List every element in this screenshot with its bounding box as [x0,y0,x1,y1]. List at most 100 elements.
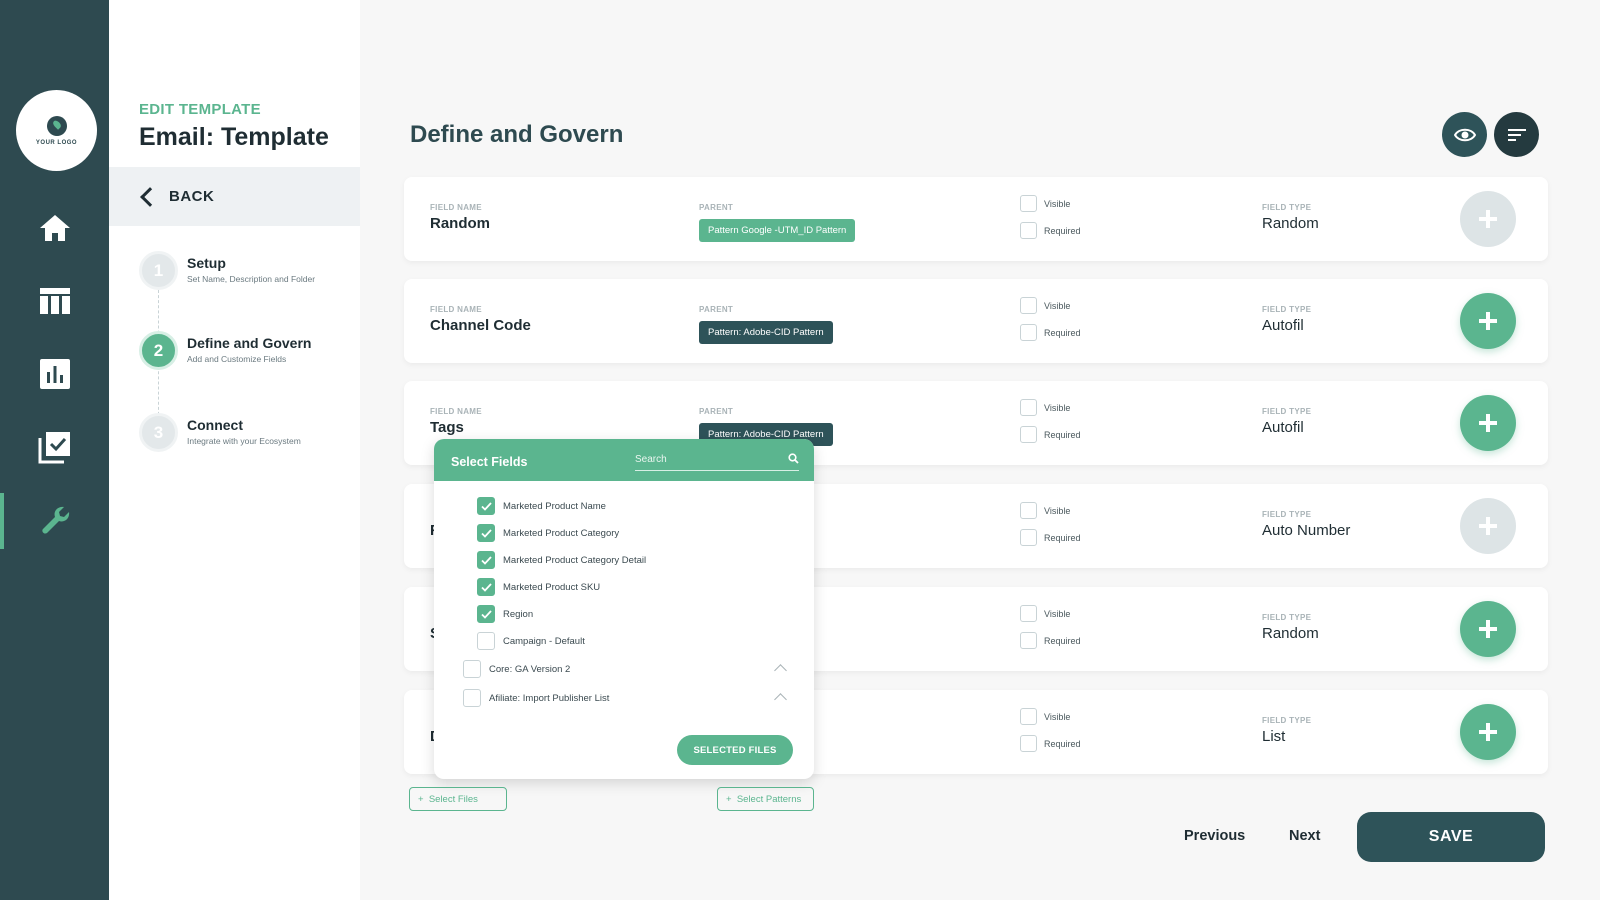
step-define-and-govern[interactable]: 2 Define and Govern Add and Customize Fi… [139,331,311,370]
add-field-button[interactable] [1460,191,1516,247]
page-title: Define and Govern [410,121,624,148]
required-checkbox[interactable] [1020,735,1037,752]
field-type: Random [1262,215,1319,232]
required-checkbox[interactable] [1020,632,1037,649]
field-option[interactable]: Marketed Product SKU [477,578,600,596]
checkmark-icon [480,555,492,565]
checkmark-icon [480,582,492,592]
rail-item-reports[interactable] [0,346,109,402]
logo[interactable]: YOUR LOGO [16,90,97,171]
group-checkbox[interactable] [463,660,481,678]
required-checkbox[interactable] [1020,324,1037,341]
table-icon [39,288,70,314]
field-row: FIELD NAME Channel Code PARENT Pattern: … [404,279,1548,363]
field-name-label: FIELD NAME [430,407,482,416]
popup-header: Select Fields [434,439,814,481]
select-patterns-button[interactable]: + Select Patterns [717,787,814,811]
field-type: List [1262,728,1286,745]
visible-checkbox[interactable] [1020,708,1037,725]
step-number: 3 [139,413,178,452]
template-panel: EDIT TEMPLATE Email: Template BACK 1 Set… [109,0,360,900]
back-button[interactable]: BACK [109,167,360,226]
option-checkbox[interactable] [477,524,495,542]
save-button[interactable]: SAVE [1357,812,1545,862]
filter-button[interactable] [1494,112,1539,157]
visible-label: Visible [1044,609,1071,619]
parent-label: PARENT [699,203,734,212]
add-field-button[interactable] [1460,395,1516,451]
visible-checkbox[interactable] [1020,502,1037,519]
option-checkbox[interactable] [477,578,495,596]
field-option[interactable]: Marketed Product Category [477,524,619,542]
step-title: Define and Govern [187,335,312,351]
chevron-up-icon[interactable] [774,664,787,677]
step-subtitle: Integrate with your Ecosystem [187,436,301,446]
chevron-up-icon[interactable] [774,693,787,706]
field-option[interactable]: Campaign - Default [477,632,585,650]
checkmark-icon [480,528,492,538]
filter-icon [1507,128,1526,141]
field-group[interactable]: Afiliate: Import Publisher List [463,689,803,707]
rail-item-home[interactable] [0,200,109,256]
step-title: Connect [187,417,243,433]
visible-checkbox[interactable] [1020,399,1037,416]
visible-checkbox[interactable] [1020,297,1037,314]
eye-icon [1453,128,1476,141]
field-group[interactable]: Core: GA Version 2 [463,660,803,678]
required-label: Required [1044,226,1081,236]
select-files-button[interactable]: + Select Files [409,787,507,811]
option-checkbox[interactable] [477,605,495,623]
field-name-label: FIELD NAME [430,305,482,314]
required-checkbox[interactable] [1020,529,1037,546]
field-option[interactable]: Region [477,605,533,623]
add-field-button[interactable] [1460,498,1516,554]
field-option[interactable]: Marketed Product Name [477,497,606,515]
required-label: Required [1044,533,1081,543]
option-checkbox[interactable] [477,632,495,650]
add-field-button[interactable] [1460,704,1516,760]
group-checkbox[interactable] [463,689,481,707]
step-connect[interactable]: 3 Connect Integrate with your Ecosystem [139,413,301,452]
rail-item-tools[interactable] [0,493,109,549]
required-checkbox[interactable] [1020,222,1037,239]
group-label: Afiliate: Import Publisher List [489,692,610,704]
chevron-left-icon [140,186,160,207]
visible-checkbox[interactable] [1020,605,1037,622]
parent-tag[interactable]: Pattern Google -UTM_ID Pattern [699,219,856,242]
search-input[interactable] [635,449,775,470]
add-field-button[interactable] [1460,601,1516,657]
option-label: Marketed Product Category [503,527,620,539]
search-icon[interactable] [788,453,799,464]
bar-chart-icon [39,359,70,389]
plus-icon: + [418,793,429,805]
required-label: Required [1044,328,1081,338]
visible-checkbox[interactable] [1020,195,1037,212]
wrench-icon [41,506,69,534]
parent-tag[interactable]: Pattern: Adobe-CID Pattern [699,321,833,344]
field-option[interactable]: Marketed Product Category Detail [477,551,646,569]
required-label: Required [1044,636,1081,646]
select-files-label: Select Files [428,793,478,805]
next-button[interactable]: Next [1289,828,1320,844]
field-type-label: FIELD TYPE [1262,203,1312,212]
visible-label: Visible [1044,301,1071,311]
option-label: Marketed Product SKU [503,581,601,593]
preview-button[interactable] [1442,112,1487,157]
rail-item-tasks[interactable] [0,419,109,475]
visible-label: Visible [1044,506,1071,516]
option-checkbox[interactable] [477,551,495,569]
option-label: Campaign - Default [503,635,585,647]
rail-item-table[interactable] [0,273,109,329]
add-field-button[interactable] [1460,293,1516,349]
popup-title: Select Fields [451,455,528,469]
step-title: Setup [187,255,226,271]
required-checkbox[interactable] [1020,426,1037,443]
field-type-label: FIELD TYPE [1262,613,1312,622]
selected-files-button[interactable]: SELECTED FILES [677,735,793,765]
checklist-icon [38,432,70,464]
step-setup[interactable]: 1 Setup Set Name, Description and Folder [139,251,315,290]
option-checkbox[interactable] [477,497,495,515]
edit-template-label: EDIT TEMPLATE [139,101,261,118]
field-type-label: FIELD TYPE [1262,407,1312,416]
previous-button[interactable]: Previous [1184,828,1245,844]
